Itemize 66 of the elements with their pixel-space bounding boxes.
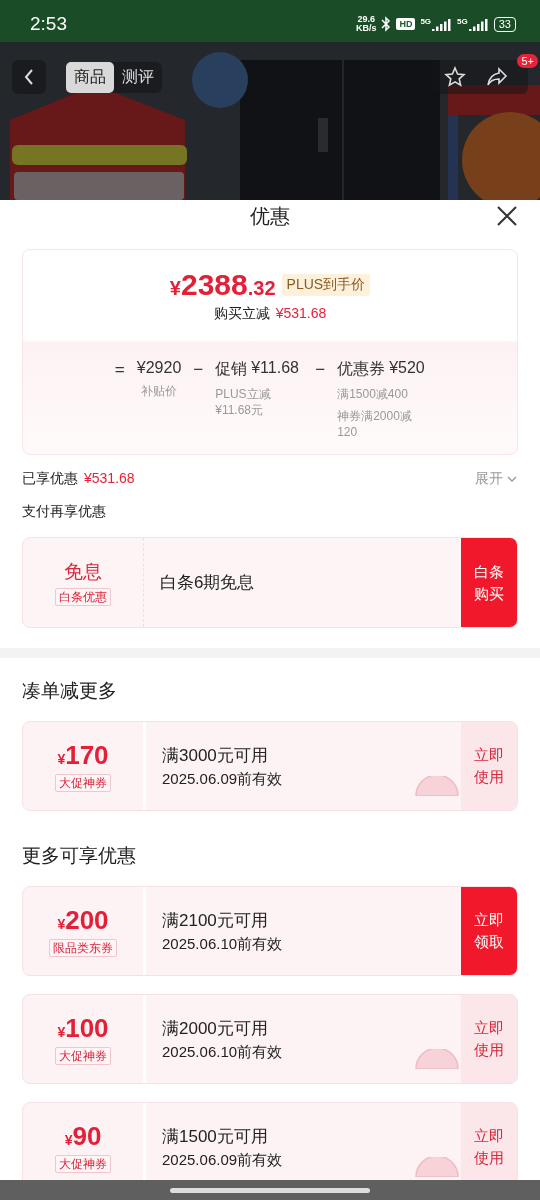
final-price: ¥2388.32 [169,268,276,302]
formula-note: 补贴价 [139,383,178,399]
battery-indicator: 33 [493,16,516,32]
coupon-action-button[interactable]: 立即使用 [461,1103,517,1180]
coupon-expiry: 2025.06.10前有效 [162,934,284,954]
operator: = [114,360,125,379]
section-title: 凑单减更多 [22,679,118,703]
coupon-tag: 大促神券 [55,1047,111,1065]
saving-value: ¥531.68 [275,305,327,323]
hd-badge: HD [396,18,416,30]
bluetooth-icon [381,16,392,32]
enjoyed-value: ¥531.68 [84,470,135,488]
coupon-amount: ¥100 [57,1013,109,1044]
coupon-expiry: 2025.06.10前有效 [162,1042,284,1062]
home-indicator[interactable] [170,1187,370,1193]
formula-label: 优惠券 [337,359,386,379]
coupon-condition: 满3000元可用 [162,744,269,767]
formula-label: 促销 [215,359,248,379]
back-icon [23,68,35,86]
section-title: 更多可享优惠 [22,844,137,868]
coupon-tag: 限品类东券 [49,939,117,957]
price-tag: PLUS到手价 [281,274,371,296]
saving-label: 购买立减 [213,305,270,323]
expand-toggle[interactable]: 展开 [475,470,518,488]
coupon-condition: 满1500元可用 [162,1125,269,1148]
coupon-amount: ¥170 [57,740,109,771]
status-time: 2:53 [30,13,67,35]
formula-note: 满1500减400 [337,386,409,402]
coupon-amount: ¥200 [57,905,109,936]
coupon-expiry: 2025.06.09前有效 [162,769,284,789]
offer-description: 白条6期免息 [160,572,256,594]
buy-button[interactable]: 白条购买 [461,538,517,627]
tab[interactable]: 商品 [66,61,114,93]
network-type: 5G [457,17,468,26]
coupon-expiry: 2025.06.09前有效 [162,1150,284,1170]
coupon-condition: 满2000元可用 [162,1017,269,1040]
coupon-action-button[interactable]: 立即使用 [461,722,517,810]
offer-headline: 免息 [64,560,102,584]
share-icon [486,66,508,88]
coupon-tag: 大促神券 [55,774,111,792]
net-speed-unit: KB/s [355,24,377,33]
signal-icon [468,17,489,31]
formula-value: ¥520 [389,359,425,378]
section-title: 支付再享优惠 [22,502,107,521]
coupon-condition: 满2100元可用 [162,909,269,932]
signal-icon [432,17,453,31]
offer-tag: 白条优惠 [55,588,111,606]
formula-value: ¥11.68 [251,359,299,378]
coupon-amount: ¥90 [64,1121,102,1152]
close-button[interactable] [496,205,518,227]
sheet-title: 优惠 [250,203,290,229]
formula-note: 神券满2000减120 [337,408,413,440]
operator: − [315,360,326,379]
close-icon [496,205,518,227]
back-button[interactable] [12,60,46,94]
coupon-action-button[interactable]: 立即领取 [461,887,517,975]
formula-note: PLUS立减 ¥11.68元 [215,386,272,418]
star-icon [444,66,466,88]
enjoyed-label: 已享优惠 [22,470,78,488]
net-speed-value: 29.6 [357,15,375,24]
coupon-action-button[interactable]: 立即使用 [461,995,517,1083]
operator: − [193,360,204,379]
tab[interactable]: 测评 [114,61,162,93]
coupon-tag: 大促神券 [55,1155,111,1173]
formula-value: ¥2920 [136,359,182,377]
network-type: 5G [420,17,432,26]
